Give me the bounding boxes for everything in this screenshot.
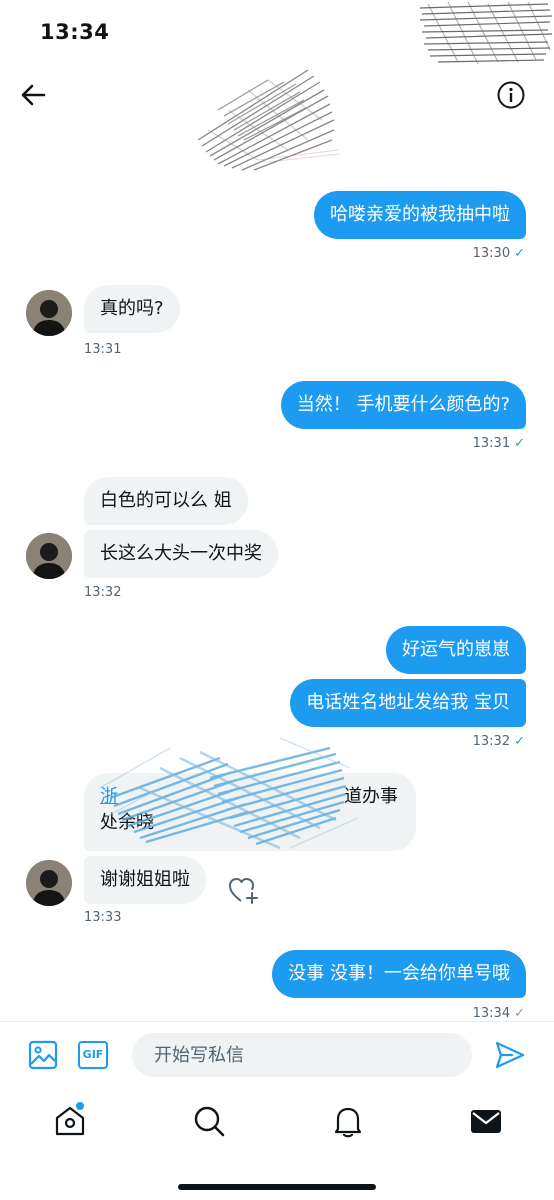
messages-icon[interactable] (466, 1101, 506, 1141)
read-check-icon: ✓ (514, 734, 525, 749)
gif-button[interactable]: GIF (78, 1041, 108, 1069)
redaction-scribble-header (197, 69, 341, 171)
address-text-line2: 处余晓 (100, 812, 154, 833)
heart-add-icon[interactable] (228, 875, 260, 905)
avatar[interactable] (26, 290, 72, 336)
message-timestamp: 13:34 ✓ (472, 1006, 525, 1021)
home-indicator (178, 1184, 376, 1190)
address-text-end: 道办事 (344, 786, 398, 807)
message-bubble-outgoing[interactable]: 电话姓名地址发给我 宝贝 (290, 679, 526, 727)
message-input[interactable] (132, 1033, 472, 1077)
home-badge-dot (76, 1102, 84, 1110)
message-timestamp: 13:31 (84, 342, 122, 357)
message-timestamp: 13:33 (84, 910, 122, 925)
notifications-icon[interactable] (328, 1101, 368, 1141)
message-bubble-incoming[interactable]: 长这么大头一次中奖 (84, 530, 278, 578)
avatar[interactable] (26, 860, 72, 906)
image-icon[interactable] (28, 1040, 58, 1070)
composer-divider (0, 1021, 554, 1022)
gif-label: GIF (82, 1048, 104, 1061)
search-icon[interactable] (189, 1101, 229, 1141)
message-bubble-outgoing[interactable]: 哈喽亲爱的被我抽中啦 (314, 191, 526, 239)
redaction-scribble-top-right (419, 1, 553, 65)
home-icon[interactable] (50, 1101, 90, 1141)
message-bubble-incoming[interactable]: 白色的可以么 姐 (84, 477, 248, 525)
message-bubble-incoming[interactable]: 真的吗? (84, 285, 180, 333)
avatar[interactable] (26, 533, 72, 579)
arrow-left-icon[interactable] (18, 80, 48, 110)
sent-check-icon: ✓ (514, 1006, 525, 1021)
read-check-icon: ✓ (514, 436, 525, 451)
message-bubble-incoming[interactable]: 谢谢姐姐啦 (84, 856, 206, 904)
address-text-start: 浙 (100, 786, 118, 807)
message-timestamp: 13:32 ✓ (472, 734, 525, 749)
read-check-icon: ✓ (514, 246, 525, 261)
message-bubble-outgoing[interactable]: 好运气的崽崽 (386, 626, 526, 674)
message-bubble-incoming-address[interactable]: 浙 道办事 处余晓 (84, 773, 416, 851)
message-bubble-outgoing[interactable]: 没事 没事！一会给你单号哦 (272, 950, 526, 998)
info-circle-icon[interactable] (496, 80, 526, 110)
message-bubble-outgoing[interactable]: 当然！ 手机要什么颜色的? (280, 381, 526, 429)
message-timestamp: 13:30 ✓ (472, 246, 525, 261)
message-timestamp: 13:31 ✓ (472, 436, 525, 451)
message-timestamp: 13:32 (84, 585, 122, 600)
send-icon[interactable] (494, 1039, 526, 1071)
status-bar-time: 13:34 (40, 20, 110, 44)
